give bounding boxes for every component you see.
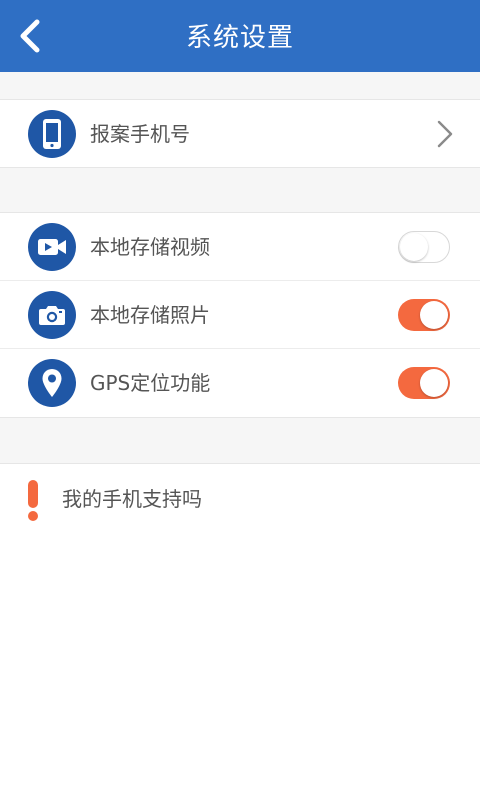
- gps-toggle[interactable]: [398, 367, 450, 399]
- phone-support-row[interactable]: 我的手机支持吗: [0, 463, 480, 534]
- content-background: [0, 533, 480, 800]
- title-bar: 系统设置: [0, 0, 480, 72]
- page-title: 系统设置: [185, 23, 294, 53]
- toggle-knob: [420, 369, 448, 397]
- local-video-row: 本地存储视频: [0, 213, 480, 281]
- location-pin-icon: [28, 359, 76, 407]
- gps-row: GPS定位功能: [0, 349, 480, 417]
- report-phone-label: 报案手机号: [90, 122, 190, 146]
- gps-label: GPS定位功能: [90, 371, 211, 395]
- video-camera-icon: [28, 223, 76, 271]
- local-photo-row: 本地存储照片: [0, 281, 480, 349]
- toggle-knob: [420, 301, 448, 329]
- local-video-label: 本地存储视频: [90, 235, 210, 259]
- storage-settings-group: 本地存储视频 本地存储照片 GPS定位功能: [0, 212, 480, 418]
- phone-icon: [28, 110, 76, 158]
- toggle-knob: [400, 233, 428, 261]
- camera-icon: [28, 291, 76, 339]
- local-photo-label: 本地存储照片: [90, 303, 210, 327]
- phone-support-label: 我的手机支持吗: [62, 487, 202, 511]
- local-video-toggle[interactable]: [398, 231, 450, 263]
- chevron-right-icon: [430, 118, 460, 150]
- report-phone-row[interactable]: 报案手机号: [0, 100, 480, 168]
- exclamation-icon: [28, 480, 38, 521]
- local-photo-toggle[interactable]: [398, 299, 450, 331]
- report-phone-group: 报案手机号: [0, 99, 480, 168]
